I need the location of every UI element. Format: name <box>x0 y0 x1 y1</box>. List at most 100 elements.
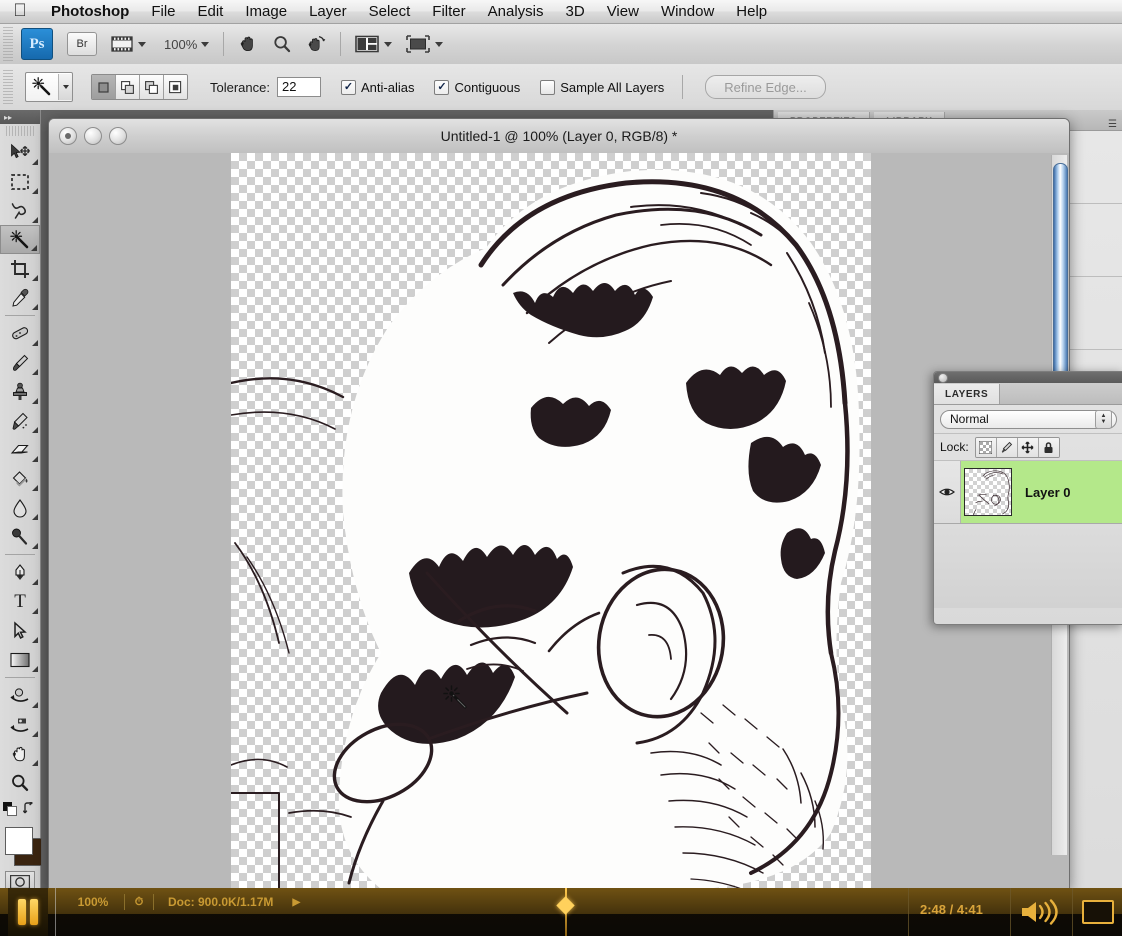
hand-icon[interactable] <box>238 31 258 57</box>
status-doc-info: Doc: 900.0K/1.17M <box>168 895 274 909</box>
rectangular-marquee-tool[interactable] <box>0 167 40 196</box>
apple-icon[interactable]:  <box>0 1 40 22</box>
dodge-tool[interactable] <box>0 522 40 551</box>
lock-transparent-pixels-button[interactable] <box>975 437 997 457</box>
hand-tool[interactable] <box>0 739 40 768</box>
eraser-tool[interactable] <box>0 435 40 464</box>
layer-row[interactable]: Layer 0 <box>934 461 1122 524</box>
magic-wand-tool[interactable] <box>0 225 40 254</box>
lock-position-button[interactable] <box>1017 437 1039 457</box>
tool-preset-chevron-down-icon[interactable] <box>58 74 72 100</box>
menu-photoshop[interactable]: Photoshop <box>40 0 140 24</box>
paint-bucket-tool[interactable] <box>0 464 40 493</box>
lock-button-group <box>974 436 1060 458</box>
toolbox-grip <box>6 126 34 136</box>
crop-tool[interactable] <box>0 254 40 283</box>
horizontal-type-tool[interactable]: T <box>0 587 40 616</box>
eye-icon <box>939 488 955 496</box>
menu-image[interactable]: Image <box>234 0 298 24</box>
arrange-documents-icon[interactable] <box>355 31 393 57</box>
video-time-display: 2:48 / 4:41 <box>920 902 983 917</box>
canvas-area[interactable] <box>49 153 1069 889</box>
anti-alias-checkbox-group[interactable]: ✓ Anti-alias <box>340 79 414 95</box>
magnifier-icon[interactable] <box>272 31 292 57</box>
menu-3d[interactable]: 3D <box>555 0 596 24</box>
pause-button[interactable] <box>8 888 48 936</box>
contiguous-checkbox[interactable]: ✓ <box>434 79 450 95</box>
canvas-transparent-background[interactable] <box>231 153 871 889</box>
layer-thumbnail-cell[interactable] <box>961 461 1015 523</box>
path-selection-tool[interactable] <box>0 616 40 645</box>
blur-tool[interactable] <box>0 493 40 522</box>
tool-preset-picker[interactable] <box>25 72 73 102</box>
swap-colors-icon[interactable] <box>23 800 37 820</box>
fullscreen-icon[interactable] <box>1082 899 1114 925</box>
3d-object-rotate-tool[interactable] <box>0 681 40 710</box>
document-title-bar[interactable]: Untitled-1 @ 100% (Layer 0, RGB/8) * <box>49 119 1069 154</box>
expand-arrow-icon[interactable]: ▶ <box>287 897 305 908</box>
sample-all-layers-checkbox[interactable] <box>540 79 556 95</box>
tools-panel: ▸▸ T <box>0 110 42 893</box>
blend-mode-stepper-icon[interactable]: ▲ ▼ <box>1095 409 1112 429</box>
eyedropper-tool[interactable] <box>0 283 40 312</box>
rotate-view-icon[interactable] <box>306 31 326 57</box>
minimize-window-button[interactable] <box>84 127 102 145</box>
contiguous-checkbox-group[interactable]: ✓ Contiguous <box>434 79 520 95</box>
toolbox-collapse-button[interactable]: ▸▸ <box>0 110 40 124</box>
add-to-selection-button[interactable] <box>116 75 140 99</box>
sample-all-layers-checkbox-group[interactable]: Sample All Layers <box>540 79 664 95</box>
menu-file[interactable]: File <box>140 0 186 24</box>
history-brush-tool[interactable] <box>0 406 40 435</box>
subtract-from-selection-button[interactable] <box>140 75 164 99</box>
launch-bridge-button[interactable]: Br <box>67 32 97 56</box>
lasso-tool[interactable] <box>0 196 40 225</box>
close-window-button[interactable] <box>59 127 77 145</box>
new-selection-button[interactable] <box>92 75 116 99</box>
application-bar: Ps Br 100% <box>0 24 1122 65</box>
refine-edge-button[interactable]: Refine Edge... <box>705 75 826 99</box>
screen-mode-icon[interactable] <box>406 31 444 57</box>
lock-all-button[interactable] <box>1038 437 1059 457</box>
status-zoom-level[interactable]: 100% <box>62 895 124 909</box>
layers-panel-collapse-dot[interactable] <box>938 372 948 383</box>
mini-bridge-icon[interactable] <box>111 31 146 57</box>
3d-camera-rotate-tool[interactable] <box>0 710 40 739</box>
spot-healing-brush-tool[interactable] <box>0 319 40 348</box>
volume-icon[interactable] <box>1018 897 1070 927</box>
zoom-window-button[interactable] <box>109 127 127 145</box>
clone-stamp-tool[interactable] <box>0 377 40 406</box>
panel-menu-icon[interactable]: ☰ <box>1108 119 1117 130</box>
layers-panel-grip[interactable] <box>934 372 1122 383</box>
layers-panel-tab-row: LAYERS <box>934 383 1122 405</box>
menu-select[interactable]: Select <box>358 0 422 24</box>
tolerance-input[interactable]: 22 <box>276 77 321 97</box>
menu-edit[interactable]: Edit <box>187 0 235 24</box>
menu-analysis[interactable]: Analysis <box>477 0 555 24</box>
menu-layer[interactable]: Layer <box>298 0 358 24</box>
menu-filter[interactable]: Filter <box>421 0 476 24</box>
brush-tool[interactable] <box>0 348 40 377</box>
screen-mode-chevron-down-icon[interactable] <box>435 41 444 47</box>
layer-name[interactable]: Layer 0 <box>1015 485 1071 500</box>
menu-view[interactable]: View <box>596 0 650 24</box>
foreground-color-swatch[interactable] <box>5 827 33 855</box>
arrange-chevron-down-icon[interactable] <box>384 41 393 47</box>
appbar-zoom-chevron-down-icon[interactable] <box>201 31 210 57</box>
intersect-with-selection-button[interactable] <box>164 75 187 99</box>
lock-label: Lock: <box>940 440 969 454</box>
default-colors-icon[interactable] <box>2 801 18 821</box>
layer-visibility-toggle[interactable] <box>934 461 961 523</box>
blend-mode-select[interactable]: Normal ▲ ▼ <box>940 409 1117 429</box>
zoom-tool[interactable] <box>0 768 40 797</box>
anti-alias-checkbox[interactable]: ✓ <box>340 79 356 95</box>
move-tool[interactable] <box>0 138 40 167</box>
menu-window[interactable]: Window <box>650 0 725 24</box>
tab-layers[interactable]: LAYERS <box>934 384 1001 404</box>
pen-tool[interactable] <box>0 558 40 587</box>
toolbox-divider-1 <box>5 315 35 316</box>
lock-image-pixels-button[interactable] <box>996 437 1018 457</box>
video-divider-3 <box>1072 888 1073 936</box>
mini-bridge-chevron-down-icon[interactable] <box>138 41 146 47</box>
rectangle-tool[interactable] <box>0 645 40 674</box>
menu-help[interactable]: Help <box>725 0 778 24</box>
